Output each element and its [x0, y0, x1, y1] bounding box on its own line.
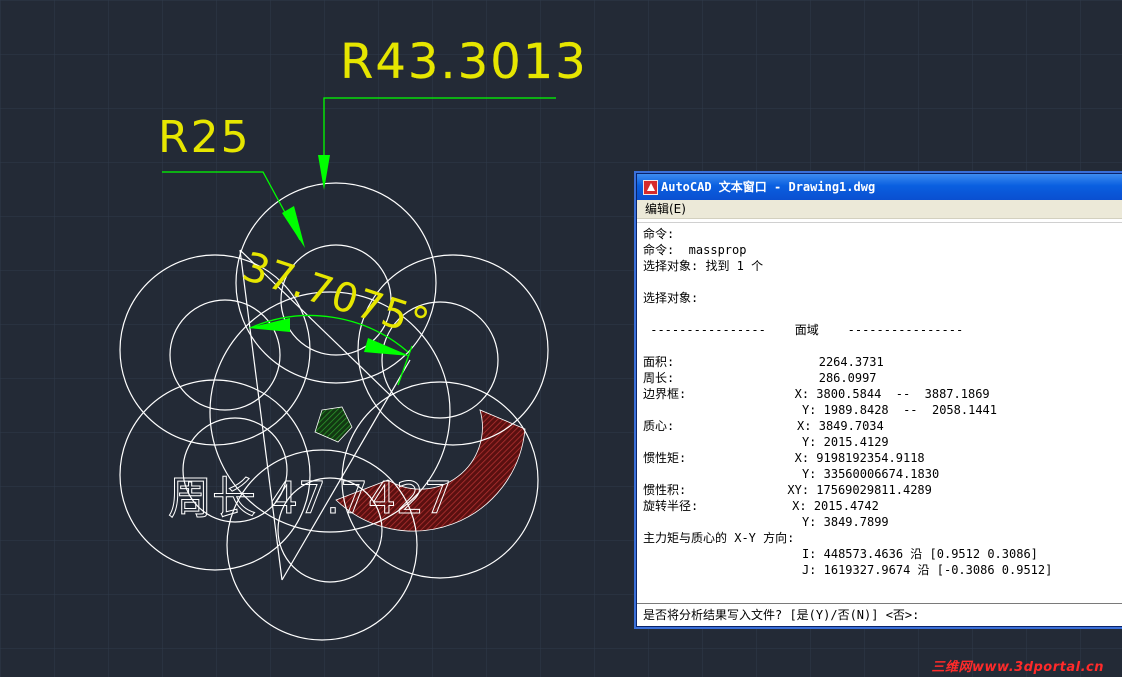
history-line: 命令: — [643, 227, 675, 241]
history-line: 边界框: X: 3800.5844 -- 3887.1869 — [643, 387, 990, 401]
history-line: ---------------- 面域 ---------------- — [643, 323, 964, 337]
history-line: 质心: X: 3849.7034 — [643, 419, 884, 433]
command-prompt[interactable]: 是否将分析结果写入文件? [是(Y)/否(N)] <否>: — [637, 603, 1122, 626]
history-line: Y: 2015.4129 — [643, 435, 889, 449]
history-line — [643, 338, 1117, 354]
command-history[interactable]: 命令: 命令: massprop 选择对象: 找到 1 个 选择对象: ------… — [637, 222, 1122, 602]
history-line — [643, 274, 1117, 290]
perimeter-text[interactable]: 周长 47.7427 — [168, 473, 453, 525]
history-line: 面积: 2264.3731 — [643, 355, 884, 369]
history-line: Y: 3849.7899 — [643, 515, 889, 529]
history-line: Y: 33560006674.1830 — [643, 467, 940, 481]
history-line — [643, 306, 1117, 322]
history-line: 主力矩与质心的 X-Y 方向: — [643, 531, 795, 545]
dim-text-r-small[interactable]: R25 — [158, 112, 251, 163]
history-line: 惯性积: XY: 17569029811.4289 — [643, 483, 932, 497]
history-line: J: 1619327.9674 沿 [-0.3086 0.9512] — [643, 563, 1053, 577]
autocad-text-window[interactable]: AutoCAD 文本窗口 - Drawing1.dwg 编辑(E) 命令: 命令:… — [636, 173, 1122, 627]
text-window-menubar: 编辑(E) — [637, 200, 1122, 219]
history-line: I: 448573.4636 沿 [0.9512 0.3086] — [643, 547, 1038, 561]
history-line: 选择对象: — [643, 291, 699, 305]
dim-text-r-large[interactable]: R43.3013 — [340, 34, 588, 90]
history-line: 选择对象: 找到 1 个 — [643, 259, 764, 273]
history-line: 命令: massprop — [643, 243, 747, 257]
history-line: Y: 1989.8428 -- 2058.1441 — [643, 403, 998, 417]
history-line: 惯性矩: X: 9198192354.9118 — [643, 451, 925, 465]
text-window-title: AutoCAD 文本窗口 - Drawing1.dwg — [661, 180, 876, 194]
autocad-app-icon — [643, 180, 658, 195]
text-window-titlebar[interactable]: AutoCAD 文本窗口 - Drawing1.dwg — [637, 174, 1122, 200]
history-line: 周长: 286.0997 — [643, 371, 877, 385]
watermark: 三维网www.3dportal.cn — [931, 660, 1104, 675]
menu-edit[interactable]: 编辑(E) — [645, 202, 686, 216]
history-line: 旋转半径: X: 2015.4742 — [643, 499, 879, 513]
